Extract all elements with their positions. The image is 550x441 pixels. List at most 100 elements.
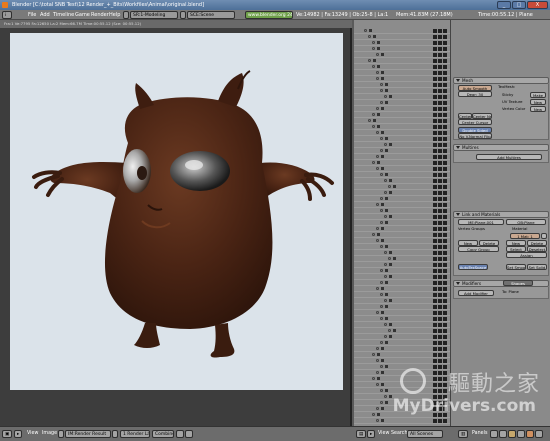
render-camera-icon[interactable] <box>443 197 447 201</box>
tree-node-icon[interactable] <box>376 383 379 386</box>
eye-icon[interactable] <box>433 185 437 189</box>
menu-file[interactable]: File <box>28 11 36 19</box>
collapse-menu-icon[interactable]: ▸ <box>14 430 22 438</box>
eye-icon[interactable] <box>433 71 437 75</box>
eye-icon[interactable] <box>433 173 437 177</box>
context-scene-icon[interactable] <box>535 430 543 438</box>
tree-node-icon[interactable] <box>380 317 383 320</box>
menu-timeline[interactable]: Timeline <box>53 11 74 19</box>
select-arrow-icon[interactable] <box>438 239 442 243</box>
tree-node-icon[interactable] <box>384 299 387 302</box>
render-camera-icon[interactable] <box>443 239 447 243</box>
tree-node-icon[interactable] <box>372 47 375 50</box>
render-camera-icon[interactable] <box>443 311 447 315</box>
scene-selector[interactable]: SCE:Scene <box>187 11 235 19</box>
eye-icon[interactable] <box>433 41 437 45</box>
tree-node-icon[interactable] <box>380 89 383 92</box>
select-arrow-icon[interactable] <box>438 197 442 201</box>
render-camera-icon[interactable] <box>443 125 447 129</box>
eye-icon[interactable] <box>433 203 437 207</box>
eye-icon[interactable] <box>433 317 437 321</box>
tree-node-icon[interactable] <box>388 185 391 188</box>
menu-view[interactable]: View <box>27 430 38 438</box>
close-button[interactable]: X <box>527 1 548 9</box>
eye-icon[interactable] <box>433 293 437 297</box>
tree-node-icon[interactable] <box>372 353 375 356</box>
render-camera-icon[interactable] <box>443 209 447 213</box>
eye-icon[interactable] <box>433 137 437 141</box>
eye-icon[interactable] <box>433 107 437 111</box>
select-arrow-icon[interactable] <box>438 29 442 33</box>
tree-node-icon[interactable] <box>380 401 383 404</box>
minimize-button[interactable]: _ <box>497 1 511 9</box>
render-camera-icon[interactable] <box>443 281 447 285</box>
menu-render[interactable]: Render <box>91 11 109 19</box>
render-camera-icon[interactable] <box>443 65 447 69</box>
select-arrow-icon[interactable] <box>438 53 442 57</box>
select-arrow-icon[interactable] <box>438 191 442 195</box>
render-camera-icon[interactable] <box>443 227 447 231</box>
context-shading-icon[interactable] <box>508 430 516 438</box>
tree-node-icon[interactable] <box>368 35 371 38</box>
collapse-triangle-icon[interactable] <box>456 146 460 149</box>
render-camera-icon[interactable] <box>443 29 447 33</box>
collapse-triangle-icon[interactable] <box>456 213 460 216</box>
select-arrow-icon[interactable] <box>438 281 442 285</box>
render-camera-icon[interactable] <box>443 155 447 159</box>
image-paint-icon[interactable] <box>185 430 193 438</box>
eye-icon[interactable] <box>433 197 437 201</box>
render-camera-icon[interactable] <box>443 329 447 333</box>
eye-icon[interactable] <box>433 269 437 273</box>
tree-node-icon[interactable] <box>376 77 379 80</box>
select-arrow-icon[interactable] <box>438 233 442 237</box>
select-arrow-icon[interactable] <box>438 47 442 51</box>
tree-node-icon[interactable] <box>380 101 383 104</box>
eye-icon[interactable] <box>433 263 437 267</box>
select-arrow-icon[interactable] <box>438 251 442 255</box>
tree-node-icon[interactable] <box>372 233 375 236</box>
tree-node-icon[interactable] <box>368 119 371 122</box>
outliner-window-type-icon[interactable]: ▤ <box>356 430 366 438</box>
tree-node-icon[interactable] <box>380 173 383 176</box>
render-camera-icon[interactable] <box>443 185 447 189</box>
eye-icon[interactable] <box>433 329 437 333</box>
eye-icon[interactable] <box>433 227 437 231</box>
tree-node-icon[interactable] <box>384 179 387 182</box>
screen-selector[interactable]: SR:1-Modeling <box>130 11 178 19</box>
tree-node-icon[interactable] <box>384 323 387 326</box>
eye-icon[interactable] <box>433 95 437 99</box>
tree-node-icon[interactable] <box>384 395 387 398</box>
eye-icon[interactable] <box>433 251 437 255</box>
select-arrow-icon[interactable] <box>438 113 442 117</box>
select-arrow-icon[interactable] <box>438 317 442 321</box>
render-camera-icon[interactable] <box>443 95 447 99</box>
render-camera-icon[interactable] <box>443 347 447 351</box>
shapes-tab[interactable]: Shapes <box>503 280 533 286</box>
tree-node-icon[interactable] <box>376 311 379 314</box>
eye-icon[interactable] <box>433 77 437 81</box>
eye-icon[interactable] <box>433 215 437 219</box>
tree-node-icon[interactable] <box>372 161 375 164</box>
context-editing-icon[interactable] <box>526 430 534 438</box>
tree-node-icon[interactable] <box>376 131 379 134</box>
select-arrow-icon[interactable] <box>438 263 442 267</box>
tree-node-icon[interactable] <box>376 203 379 206</box>
select-arrow-icon[interactable] <box>438 149 442 153</box>
tree-node-icon[interactable] <box>380 365 383 368</box>
render-camera-icon[interactable] <box>443 113 447 117</box>
buttons-window-type-icon[interactable]: ▥ <box>458 430 468 438</box>
eye-icon[interactable] <box>433 191 437 195</box>
vertex-color-new-button[interactable]: New <box>530 106 546 112</box>
render-camera-icon[interactable] <box>443 299 447 303</box>
select-arrow-icon[interactable] <box>438 257 442 261</box>
screen-browse-icon[interactable] <box>123 11 129 19</box>
tree-node-icon[interactable] <box>380 305 383 308</box>
render-camera-icon[interactable] <box>443 293 447 297</box>
render-camera-icon[interactable] <box>443 317 447 321</box>
eye-icon[interactable] <box>433 155 437 159</box>
eye-icon[interactable] <box>433 29 437 33</box>
select-arrow-icon[interactable] <box>438 203 442 207</box>
select-arrow-icon[interactable] <box>438 95 442 99</box>
render-camera-icon[interactable] <box>443 161 447 165</box>
select-arrow-icon[interactable] <box>438 107 442 111</box>
